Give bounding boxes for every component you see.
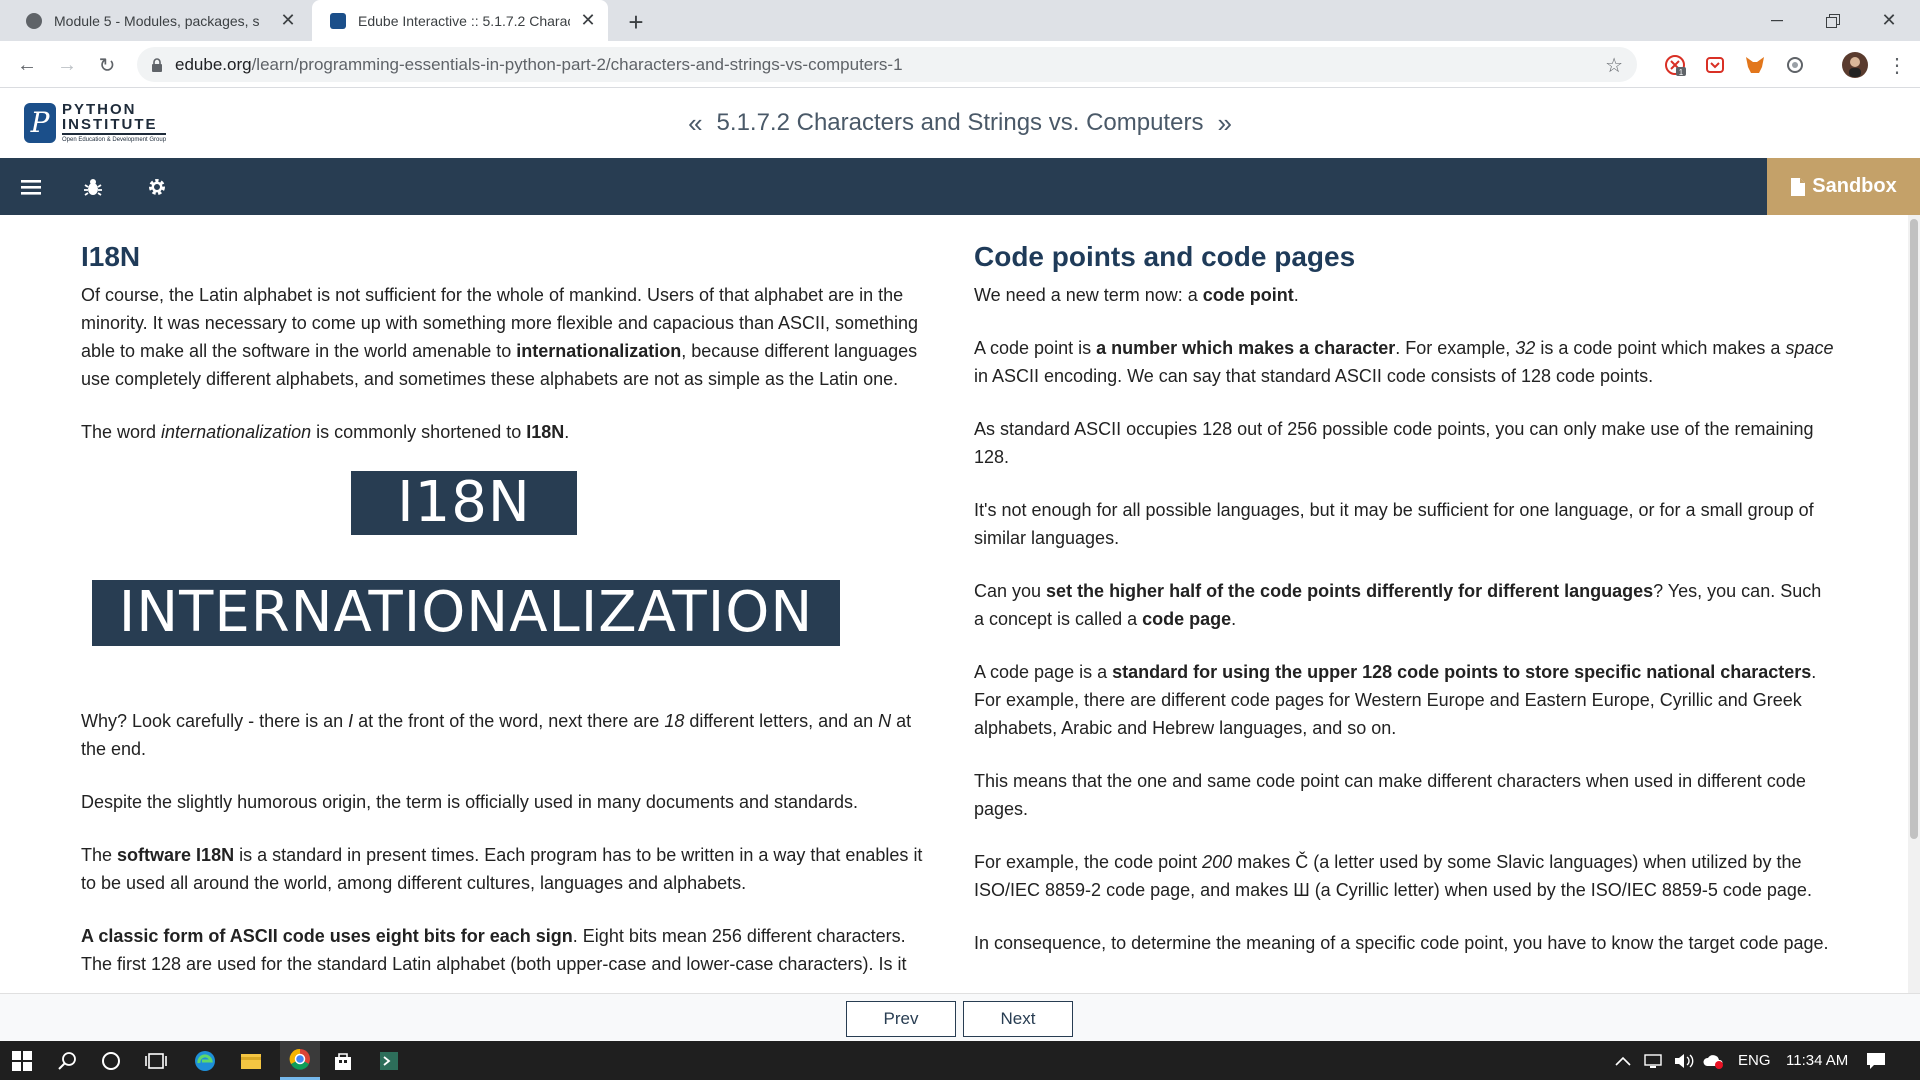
- section-heading-i18n: I18N: [81, 241, 141, 272]
- logo-line-1: PYTHON: [62, 101, 137, 118]
- bookmark-star-icon[interactable]: ☆: [1605, 53, 1623, 78]
- lock-icon[interactable]: [151, 57, 165, 72]
- paragraph: The software I18N is a standard in prese…: [81, 845, 923, 893]
- paragraph: Why? Look carefully - there is an I at t…: [81, 711, 912, 759]
- logo-mark-icon: P: [24, 102, 56, 143]
- edge-browser-icon[interactable]: [192, 1048, 218, 1074]
- close-window-icon[interactable]: ✕: [1866, 0, 1912, 41]
- bug-report-icon[interactable]: [80, 174, 106, 200]
- logo-line-2: INSTITUTE: [62, 117, 167, 135]
- prev-button[interactable]: Prev: [846, 1001, 956, 1037]
- input-language-indicator[interactable]: ENG: [1738, 1041, 1771, 1080]
- store-bag-icon[interactable]: [330, 1048, 356, 1074]
- settings-gear-icon[interactable]: [144, 174, 170, 200]
- sandbox-button[interactable]: Sandbox: [1767, 158, 1920, 215]
- close-tab-icon[interactable]: ✕: [578, 10, 598, 31]
- network-icon[interactable]: [1643, 1041, 1665, 1080]
- address-bar[interactable]: edube.org/learn/programming-essentials-i…: [137, 47, 1637, 82]
- tab-title: Edube Interactive :: 5.1.7.2 Charac: [358, 12, 570, 29]
- logo-text: PYTHON INSTITUTE Open Education & Develo…: [62, 101, 167, 143]
- site-header: « 5.1.7.2 Characters and Strings vs. Com…: [0, 88, 1920, 158]
- content-scrollbar[interactable]: [1908, 215, 1920, 993]
- chrome-taskbar-icon[interactable]: [280, 1041, 320, 1080]
- paragraph: The word internationalization is commonl…: [81, 422, 570, 442]
- i18n-label-box: I18N: [351, 471, 577, 535]
- minimize-window-icon[interactable]: [1754, 0, 1800, 41]
- volume-speaker-icon[interactable]: [1673, 1041, 1695, 1080]
- restore-window-icon[interactable]: [1810, 0, 1856, 41]
- course-toolbar: Sandbox: [0, 158, 1920, 215]
- close-tab-icon[interactable]: ✕: [278, 10, 298, 31]
- cortana-circle-icon[interactable]: [98, 1048, 124, 1074]
- document-icon: [1791, 177, 1806, 196]
- footer-pager: Prev Next: [0, 993, 1920, 1041]
- internationalization-label-box: INTERNATIONALIZATION: [92, 580, 840, 646]
- pocket-extension-icon[interactable]: [1704, 54, 1726, 76]
- sandbox-label: Sandbox: [1812, 175, 1897, 197]
- globe-icon: [26, 12, 42, 29]
- paragraph: We need a new term now: a code point.: [974, 285, 1299, 305]
- paragraph: Can you set the higher half of the code …: [974, 581, 1822, 629]
- paragraph: Of course, the Latin alphabet is not suf…: [81, 285, 919, 389]
- section-heading-code-points: Code points and code pages: [974, 241, 1356, 272]
- browser-tab-module5[interactable]: Module 5 - Modules, packages, s ✕: [8, 0, 308, 41]
- left-column: I18N Of course, the Latin alphabet is no…: [81, 239, 939, 993]
- tab-title: Module 5 - Modules, packages, s: [54, 12, 260, 29]
- paragraph: For example, the code point 200 makes Č …: [974, 852, 1812, 900]
- next-lesson-arrow[interactable]: »: [1217, 108, 1231, 139]
- url-text: edube.org/learn/programming-essentials-i…: [175, 54, 903, 74]
- app-terminal-icon[interactable]: [376, 1048, 402, 1074]
- profile-avatar[interactable]: [1840, 50, 1870, 80]
- metamask-fox-icon[interactable]: [1744, 54, 1766, 76]
- file-explorer-icon[interactable]: [238, 1048, 264, 1074]
- search-icon[interactable]: [54, 1048, 80, 1074]
- previous-lesson-arrow[interactable]: «: [688, 108, 702, 139]
- show-hidden-icons-chevron-icon[interactable]: [1615, 1041, 1631, 1080]
- adblock-extension-icon[interactable]: 1: [1664, 54, 1686, 76]
- paragraph: This means that the one and same code po…: [974, 771, 1806, 819]
- next-button[interactable]: Next: [963, 1001, 1073, 1037]
- i18n-illustration: I18N INTERNATIONALIZATION: [81, 471, 939, 681]
- right-column: Code points and code pages We need a new…: [974, 239, 1834, 982]
- extension-circle-icon[interactable]: [1784, 54, 1806, 76]
- hamburger-menu-icon[interactable]: [18, 174, 44, 200]
- forward-arrow-icon[interactable]: →: [52, 50, 82, 80]
- browser-toolbar: ← → ↻ edube.org/learn/programming-essent…: [0, 41, 1920, 88]
- notifications-icon[interactable]: [1866, 1041, 1886, 1080]
- paragraph: In consequence, to determine the meaning…: [974, 933, 1829, 953]
- onedrive-sync-error-icon[interactable]: [1703, 1041, 1725, 1080]
- paragraph: It's not enough for all possible languag…: [974, 500, 1814, 548]
- lesson-title: 5.1.7.2 Characters and Strings vs. Compu…: [716, 109, 1204, 136]
- paragraph: A code point is a number which makes a c…: [974, 338, 1834, 386]
- reload-icon[interactable]: ↻: [92, 50, 122, 80]
- browser-menu-icon[interactable]: ⋮: [1882, 50, 1912, 80]
- paragraph: Despite the slightly humorous origin, th…: [81, 792, 859, 812]
- lesson-navigation: « 5.1.7.2 Characters and Strings vs. Com…: [0, 88, 1920, 158]
- paragraph: A code page is a standard for using the …: [974, 662, 1817, 738]
- python-institute-favicon-icon: [330, 12, 346, 29]
- paragraph: As standard ASCII occupies 128 out of 25…: [974, 419, 1814, 467]
- browser-tab-bar: Module 5 - Modules, packages, s ✕ Edube …: [0, 0, 1920, 41]
- svg-text:1: 1: [1679, 68, 1684, 76]
- windows-start-icon[interactable]: [9, 1048, 35, 1074]
- paragraph: A classic form of ASCII code uses eight …: [81, 926, 907, 974]
- task-view-icon[interactable]: [143, 1048, 169, 1074]
- python-institute-logo[interactable]: P PYTHON INSTITUTE Open Education & Deve…: [24, 101, 167, 143]
- plus-icon[interactable]: +: [622, 7, 650, 37]
- windows-taskbar: ENG 11:34 AM: [0, 1041, 1920, 1080]
- lesson-content: I18N Of course, the Latin alphabet is no…: [0, 215, 1908, 993]
- logo-tagline: Open Education & Development Group: [62, 137, 167, 143]
- browser-tab-edube[interactable]: Edube Interactive :: 5.1.7.2 Charac ✕: [312, 0, 608, 41]
- scrollbar-thumb[interactable]: [1910, 219, 1918, 839]
- back-arrow-icon[interactable]: ←: [12, 50, 42, 80]
- clock-time[interactable]: 11:34 AM: [1786, 1041, 1848, 1080]
